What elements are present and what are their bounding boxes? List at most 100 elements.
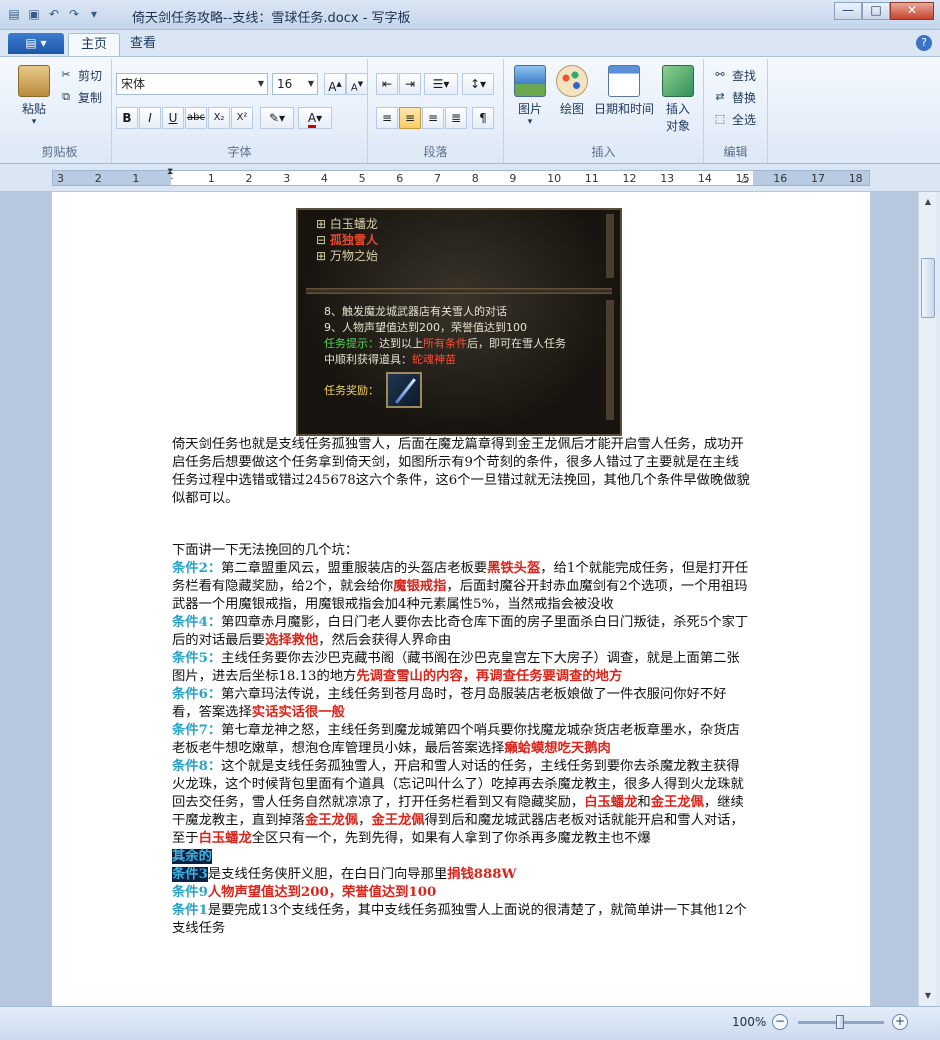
close-button[interactable]: ✕: [890, 2, 934, 20]
zoom-in-button[interactable]: +: [892, 1014, 908, 1030]
tab-home[interactable]: 主页: [68, 33, 121, 56]
font-size-value: 16: [277, 77, 293, 91]
underline-button[interactable]: U: [162, 107, 184, 129]
font-group-label: 字体: [227, 145, 252, 159]
find-label: 查找: [732, 68, 757, 83]
help-icon[interactable]: ?: [916, 35, 932, 51]
select-all-button[interactable]: ⬚ 全选: [712, 109, 756, 129]
indent-marker-icon[interactable]: ⧗: [167, 167, 173, 177]
font-family-select[interactable]: 宋体 ▼: [116, 73, 268, 95]
highlighter-icon: ✎: [268, 111, 280, 125]
subscript-button[interactable]: X₂: [208, 107, 230, 129]
minimize-button[interactable]: —: [834, 2, 862, 20]
maximize-button[interactable]: □: [862, 2, 890, 20]
datetime-button[interactable]: 日期和时间: [592, 65, 656, 117]
scroll-down-icon[interactable]: ▼: [920, 988, 936, 1004]
ruler-tick: 8: [471, 172, 479, 185]
ruler-tick: 3: [57, 172, 64, 185]
datetime-label: 日期和时间: [593, 102, 654, 116]
align-right-button[interactable]: ≡: [422, 107, 444, 129]
ruler-tick: 5: [358, 172, 366, 185]
quest-line: 9、人物声望值达到200，荣誉值达到100: [324, 321, 527, 334]
justify-button[interactable]: ≣: [445, 107, 467, 129]
ruler-tick: 12: [622, 172, 637, 185]
quest-hint: 任务提示：达到以上所有条件后，即可在雪人任务: [324, 337, 566, 350]
document-page[interactable]: ⊞ 白玉蟠龙 ⊟ 孤独雪人 ⊞ 万物之始 8、触发魔龙城武器店有关雪人的对话 9…: [52, 192, 870, 1006]
ruler-tick: 4: [320, 172, 328, 185]
paint-label: 绘图: [559, 102, 584, 116]
bullet-list-icon: ☰: [432, 77, 444, 91]
paragraph-icon: ¶: [479, 111, 487, 125]
game-divider: [306, 288, 612, 294]
ruler[interactable]: 3 2 1 · 1 2 3 4 5 6 7 8 9 10 11 12 13 14 15 16 17 18 ⧗ △: [0, 164, 940, 192]
text-color-button[interactable]: A▾: [298, 107, 332, 129]
insert-object-button[interactable]: 插入 对象: [658, 65, 698, 134]
line-spacing-icon: ↕: [469, 77, 481, 91]
customize-qat-icon[interactable]: ▾: [86, 6, 102, 22]
font-color-icon: A: [307, 111, 317, 128]
shrink-font-button[interactable]: A▼: [346, 73, 368, 95]
object-icon: [662, 65, 694, 97]
align-center-button[interactable]: ≡: [399, 107, 421, 129]
conditions-section: 下面讲一下无法挽回的几个坑： 条件2：第二章盟重风云，盟重服装店的头盔店老板要黑…: [172, 542, 752, 938]
clipboard-icon: [18, 65, 50, 97]
picture-icon: [514, 65, 546, 97]
outdent-icon: ⇤: [381, 77, 393, 91]
picture-label: 图片: [517, 102, 542, 116]
condition-4: 条件4：第四章赤月魔影，白日门老人要你去比奇仓库下面的房子里面杀白日门叛徒，杀死…: [172, 615, 749, 648]
picture-button[interactable]: 图片 ▾: [510, 65, 550, 127]
ruler-tick: 2: [94, 172, 102, 185]
scrollbar-thumb[interactable]: [921, 258, 935, 318]
paste-dropdown-icon[interactable]: ▾: [16, 117, 52, 127]
app-menu-button[interactable]: ▤ ▾: [8, 33, 64, 54]
insert-object-label-2: 对象: [665, 119, 690, 133]
strikethrough-button[interactable]: abc: [185, 107, 207, 129]
undo-icon[interactable]: ↶: [46, 6, 62, 22]
right-indent-marker-icon[interactable]: △: [741, 175, 748, 185]
scroll-up-icon[interactable]: ▲: [920, 194, 936, 210]
picture-dropdown-icon[interactable]: ▾: [510, 117, 550, 127]
grow-font-button[interactable]: A▲: [324, 73, 346, 95]
paint-drawing-button[interactable]: 绘图: [554, 65, 590, 117]
copy-button[interactable]: ⧉ 复制: [58, 87, 102, 107]
calendar-icon: [608, 65, 640, 97]
quest-tree-item: ⊞ 万物之始: [316, 249, 378, 263]
align-left-button[interactable]: ≡: [376, 107, 398, 129]
clipboard-group: 粘贴 ▾ ✂ 剪切 ⧉ 复制 剪贴板: [8, 59, 112, 163]
zoom-out-button[interactable]: −: [772, 1014, 788, 1030]
ruler-bar[interactable]: 3 2 1 · 1 2 3 4 5 6 7 8 9 10 11 12 13 14 15 16 17 18 ⧗ △: [52, 167, 870, 186]
quest-conditions: 8、触发魔龙城武器店有关雪人的对话 9、人物声望值达到200，荣誉值达到100 …: [324, 304, 566, 368]
tab-view[interactable]: 查看: [118, 33, 168, 56]
condition-8: 条件8：这个就是支线任务孤独雪人，开启和雪人对话的任务，主线任务到要你去杀魔龙教…: [172, 759, 744, 846]
find-button[interactable]: ⚯ 查找: [712, 65, 756, 85]
zoom-slider-thumb[interactable]: [836, 1015, 844, 1029]
list-button[interactable]: ☰▾: [424, 73, 458, 95]
increase-indent-button[interactable]: ⇥: [399, 73, 421, 95]
paste-label: 粘贴: [21, 102, 46, 116]
condition-1: 条件1是要完成13个支线任务，其中支线任务孤独雪人上面说的很清楚了，就简单讲一下…: [172, 903, 747, 936]
save-icon[interactable]: ▣: [26, 6, 42, 22]
ruler-tick: 2: [245, 172, 253, 185]
quest-tree: ⊞ 白玉蟠龙 ⊟ 孤独雪人 ⊞ 万物之始: [316, 216, 378, 264]
italic-button[interactable]: I: [139, 107, 161, 129]
paragraph-settings-button[interactable]: ¶: [472, 107, 494, 129]
lead-text: 下面讲一下无法挽回的几个坑：: [172, 543, 359, 558]
ruler-tick: 1: [207, 172, 215, 185]
redo-icon[interactable]: ↷: [66, 6, 82, 22]
vertical-scrollbar[interactable]: ▲ ▼: [918, 192, 936, 1006]
paste-button[interactable]: 粘贴 ▾: [16, 65, 52, 127]
superscript-button[interactable]: X²: [231, 107, 253, 129]
line-spacing-button[interactable]: ↕▾: [462, 73, 494, 95]
cut-button[interactable]: ✂ 剪切: [58, 65, 102, 85]
replace-button[interactable]: ⇄ 替换: [712, 87, 756, 107]
bold-button[interactable]: B: [116, 107, 138, 129]
game-quest-screenshot: ⊞ 白玉蟠龙 ⊟ 孤独雪人 ⊞ 万物之始 8、触发魔龙城武器店有关雪人的对话 9…: [296, 208, 622, 436]
decrease-indent-button[interactable]: ⇤: [376, 73, 398, 95]
quest-reward-label: 任务奖励：: [324, 384, 379, 397]
document-area[interactable]: ⊞ 白玉蟠龙 ⊟ 孤独雪人 ⊞ 万物之始 8、触发魔龙城武器店有关雪人的对话 9…: [0, 192, 918, 1006]
ruler-tick: 6: [396, 172, 404, 185]
highlight-color-button[interactable]: ✎▾: [260, 107, 294, 129]
ruler-tick: 16: [773, 172, 788, 185]
font-size-select[interactable]: 16 ▼: [272, 73, 318, 95]
insert-object-label-1: 插入: [665, 102, 690, 116]
